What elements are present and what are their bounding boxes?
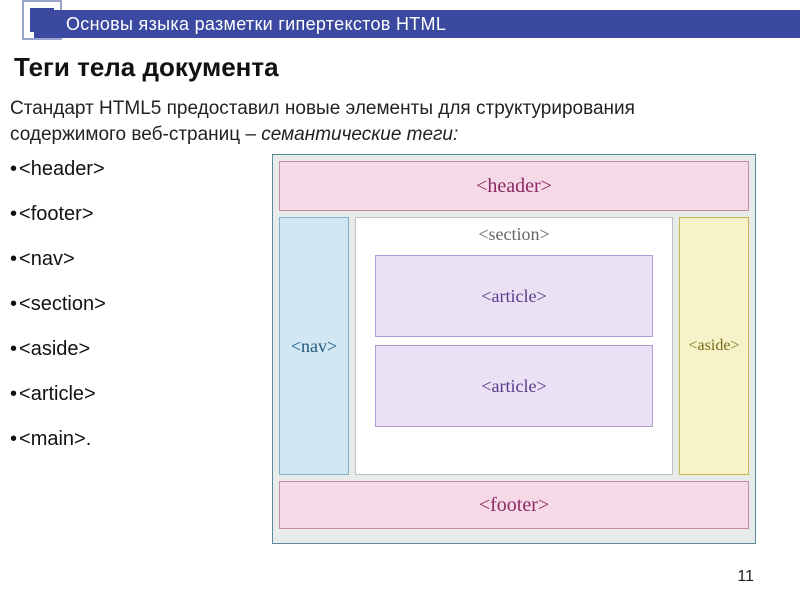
- page-number: 11: [737, 568, 754, 586]
- para-line1: Стандарт HTML5 предоставил новые элемент…: [10, 98, 635, 119]
- list-item: <main>.: [10, 428, 106, 451]
- list-item: <nav>: [10, 248, 106, 271]
- slide-header-text: Основы языка разметки гипертекстов HTML: [66, 14, 446, 35]
- intro-paragraph: Стандарт HTML5 предоставил новые элемент…: [10, 96, 770, 147]
- diagram-middle-row: <nav> <section> <article> <article> <asi…: [279, 217, 749, 475]
- page-title: Теги тела документа: [14, 52, 279, 83]
- diagram-footer-box: <footer>: [279, 481, 749, 529]
- slide-header-bar: Основы языка разметки гипертекстов HTML: [34, 10, 800, 38]
- list-item: <aside>: [10, 338, 106, 361]
- diagram-section-box: <section> <article> <article>: [355, 217, 673, 475]
- list-item: <article>: [10, 383, 106, 406]
- semantic-layout-diagram: <header> <nav> <section> <article> <arti…: [272, 154, 756, 544]
- tag-bullet-list: <header> <footer> <nav> <section> <aside…: [10, 158, 106, 473]
- diagram-nav-box: <nav>: [279, 217, 349, 475]
- diagram-article-box: <article>: [375, 255, 653, 337]
- diagram-aside-box: <aside>: [679, 217, 749, 475]
- list-item: <section>: [10, 293, 106, 316]
- para-line2a: содержимого веб-страниц –: [10, 124, 261, 145]
- list-item: <header>: [10, 158, 106, 181]
- para-line2-em: семантические теги:: [261, 124, 458, 145]
- diagram-header-box: <header>: [279, 161, 749, 211]
- list-item: <footer>: [10, 203, 106, 226]
- diagram-section-label: <section>: [478, 224, 549, 245]
- diagram-article-box: <article>: [375, 345, 653, 427]
